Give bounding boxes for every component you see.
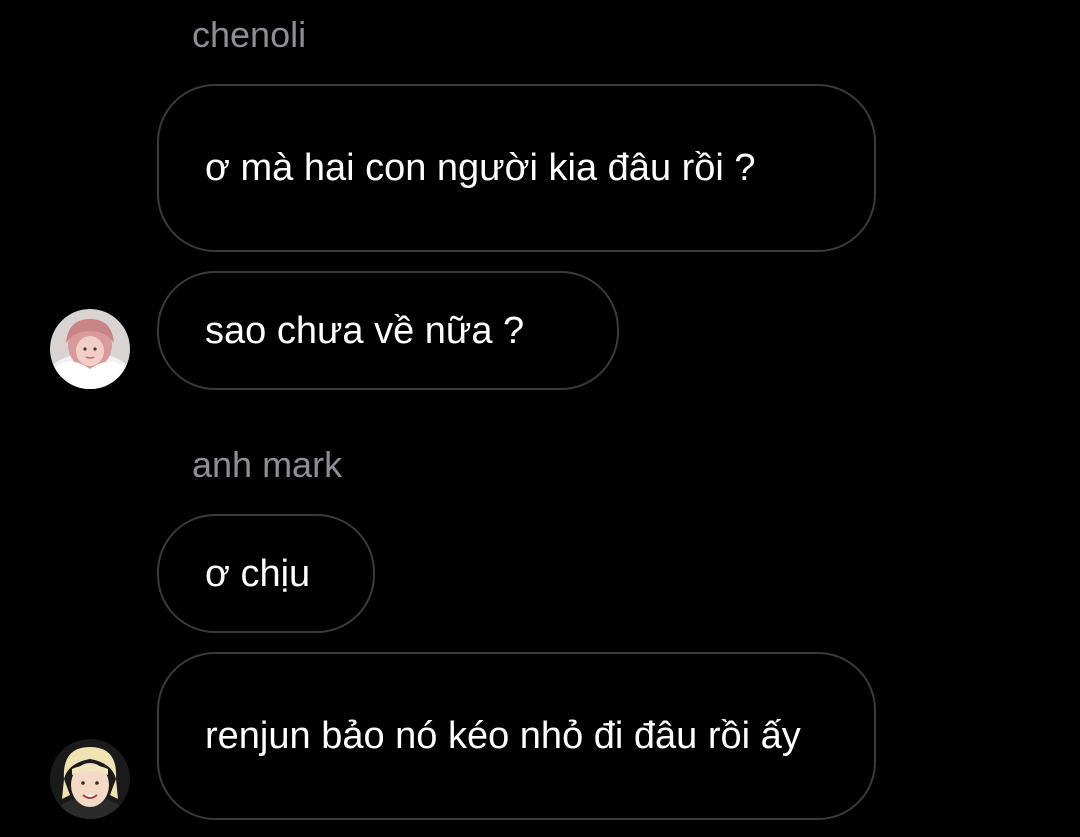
message-bubble[interactable]: renjun bảo nó kéo nhỏ đi đâu rồi ấy [157,652,876,820]
avatar[interactable] [50,739,130,819]
message-bubble[interactable]: ơ chịu [157,514,375,633]
message-text: sao chưa về nữa ? [205,309,525,352]
blond-hair-avatar-icon [50,739,130,819]
message-bubble[interactable]: ơ mà hai con người kia đâu rồi ? [157,84,876,252]
pink-hair-avatar-icon [50,309,130,389]
message-bubble[interactable]: sao chưa về nữa ? [157,271,619,390]
message-text: ơ chịu [205,552,311,595]
message-text: renjun bảo nó kéo nhỏ đi đâu rồi ấy [205,715,801,757]
sender-name: chenoli [192,14,307,55]
sender-name: anh mark [192,444,343,485]
message-text: ơ mà hai con người kia đâu rồi ? [205,147,756,189]
avatar[interactable] [50,309,130,389]
